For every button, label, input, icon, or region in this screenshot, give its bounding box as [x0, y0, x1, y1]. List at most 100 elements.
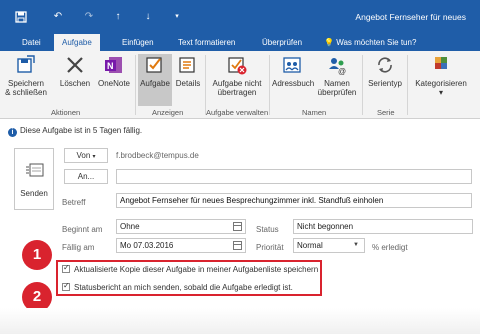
tab-datei[interactable]: Datei [22, 34, 41, 51]
check-names-button[interactable]: @ Namen überprüfen [314, 54, 360, 97]
status-select[interactable]: Nicht begonnen [293, 219, 473, 234]
group-label-namen: Namen [302, 108, 327, 117]
chevron-down-icon: ▾ [92, 154, 96, 160]
address-book-button[interactable]: Adressbuch [272, 54, 315, 88]
task-cancel-icon [228, 57, 247, 75]
chevron-down-icon: ▼ [353, 242, 359, 248]
status-value: Nicht begonnen [297, 222, 354, 231]
categorize-button[interactable]: Kategorisieren ▾ [408, 54, 474, 97]
checkbox-status-report-label: Statusbericht an mich senden, sobald die… [74, 283, 293, 292]
calendar-icon[interactable] [233, 241, 242, 250]
task-check-icon [146, 57, 162, 73]
to-input[interactable] [116, 169, 472, 184]
save-close-icon [17, 55, 35, 73]
undo-icon[interactable]: ↶ [51, 11, 65, 23]
tab-aufgabe[interactable]: Aufgabe [54, 34, 100, 51]
recurrence-icon [378, 57, 392, 73]
lightbulb-icon: 💡 [324, 38, 334, 47]
svg-text:@: @ [338, 67, 346, 76]
redo-icon[interactable]: ↷ [82, 11, 96, 23]
title-bar: ↶ ↷ ↑ ↓ ▾ Angebot Fernseher für neues [0, 0, 480, 34]
recurrence-button[interactable]: Serientyp [365, 54, 405, 88]
group-separator [135, 55, 136, 115]
due-date-value: Mo 07.03.2016 [120, 241, 174, 250]
save-close-label-2: & schließen [5, 88, 47, 97]
mark-complete-label-2: übertragen [217, 88, 257, 97]
categorize-icon [435, 57, 447, 69]
group-label-aufgabe-verwalten: Aufgabe verwalten [206, 108, 269, 117]
address-book-label: Adressbuch [272, 79, 315, 88]
check-names-label-1: Namen [324, 79, 350, 88]
due-date-label: Fällig am [62, 243, 95, 252]
address-book-icon [283, 57, 301, 73]
checkbox-keep-copy-label: Aktualisierte Kopie dieser Aufgabe in me… [74, 265, 319, 274]
group-label-serie: Serie [377, 108, 395, 117]
up-arrow-icon[interactable]: ↑ [111, 11, 125, 23]
to-label: An... [77, 172, 95, 181]
onenote-icon: N [105, 57, 122, 73]
priority-value: Normal [297, 241, 323, 250]
from-label: Von [76, 151, 91, 160]
calendar-icon[interactable] [233, 222, 242, 231]
percent-complete-label: % erledigt [372, 243, 408, 252]
window-title: Angebot Fernseher für neues [355, 12, 466, 22]
group-separator [269, 55, 270, 115]
group-separator [205, 55, 206, 115]
group-separator [362, 55, 363, 115]
task-view-label: Aufgabe [140, 79, 170, 88]
onenote-button[interactable]: N OneNote [94, 54, 134, 88]
categorize-label: Kategorisieren [415, 79, 467, 88]
bottom-area [0, 308, 480, 334]
start-date-label: Beginnt am [62, 225, 103, 234]
customize-icon[interactable]: ▾ [170, 11, 184, 23]
priority-select[interactable]: Normal ▼ [293, 238, 365, 253]
delete-button[interactable]: Löschen [58, 54, 92, 88]
send-envelope-icon [26, 163, 44, 177]
onenote-label: OneNote [97, 79, 131, 88]
delete-label: Löschen [59, 79, 91, 88]
checkbox-keep-copy-box[interactable] [62, 263, 70, 273]
check-names-label-2: überprüfen [317, 88, 357, 97]
chevron-down-icon: ▾ [438, 88, 443, 97]
down-arrow-icon[interactable]: ↓ [141, 11, 155, 23]
save-close-label-1: Speichern [7, 79, 45, 88]
subject-input[interactable]: Angebot Fernseher für neues Besprechungz… [116, 193, 472, 208]
details-label: Details [175, 79, 201, 88]
ribbon: Speichern & schließen Löschen N OneNote … [0, 51, 480, 119]
mark-complete-label-1: Aufgabe nicht [212, 79, 262, 88]
details-icon [179, 57, 195, 73]
to-button[interactable]: An... [64, 169, 108, 184]
svg-text:N: N [107, 61, 114, 71]
checkbox-keep-copy[interactable]: Aktualisierte Kopie dieser Aufgabe in me… [62, 263, 319, 274]
tell-me-label: Was möchten Sie tun? [336, 38, 417, 47]
group-label-anzeigen: Anzeigen [152, 108, 184, 117]
check-names-icon: @ [329, 58, 346, 76]
tab-ueberpruefen[interactable]: Überprüfen [262, 34, 302, 51]
from-value: f.brodbeck@tempus.de [116, 151, 199, 160]
delete-x-icon [67, 57, 83, 73]
checkbox-status-report[interactable]: Statusbericht an mich senden, sobald die… [62, 281, 293, 292]
recurrence-label: Serientyp [368, 79, 402, 88]
checkbox-status-report-box[interactable] [62, 281, 70, 291]
task-view-button[interactable]: Aufgabe [138, 54, 172, 106]
send-button[interactable]: Senden [14, 148, 54, 210]
start-date-input[interactable]: Ohne [116, 219, 246, 234]
mark-complete-button[interactable]: Aufgabe nicht übertragen [207, 54, 267, 97]
callout-badge-1: 1 [22, 240, 52, 270]
start-date-value: Ohne [120, 222, 140, 231]
due-date-input[interactable]: Mo 07.03.2016 [116, 238, 246, 253]
info-text: Diese Aufgabe ist in 5 Tagen fällig. [20, 126, 143, 135]
details-button[interactable]: Details [173, 54, 203, 88]
priority-label: Priorität [256, 243, 284, 252]
tab-text-formatieren[interactable]: Text formatieren [178, 34, 235, 51]
save-icon[interactable] [14, 11, 28, 23]
ribbon-tabs: Datei Aufgabe Einfügen Text formatieren … [0, 34, 480, 51]
status-label: Status [256, 225, 279, 234]
from-button[interactable]: Von ▾ [64, 148, 108, 163]
group-label-aktionen: Aktionen [51, 108, 81, 117]
tell-me-search[interactable]: 💡 Was möchten Sie tun? [324, 34, 416, 51]
tab-einfuegen[interactable]: Einfügen [122, 34, 154, 51]
send-label: Senden [20, 189, 48, 198]
subject-label: Betreff [62, 198, 86, 207]
save-and-close-button[interactable]: Speichern & schließen [4, 54, 48, 97]
